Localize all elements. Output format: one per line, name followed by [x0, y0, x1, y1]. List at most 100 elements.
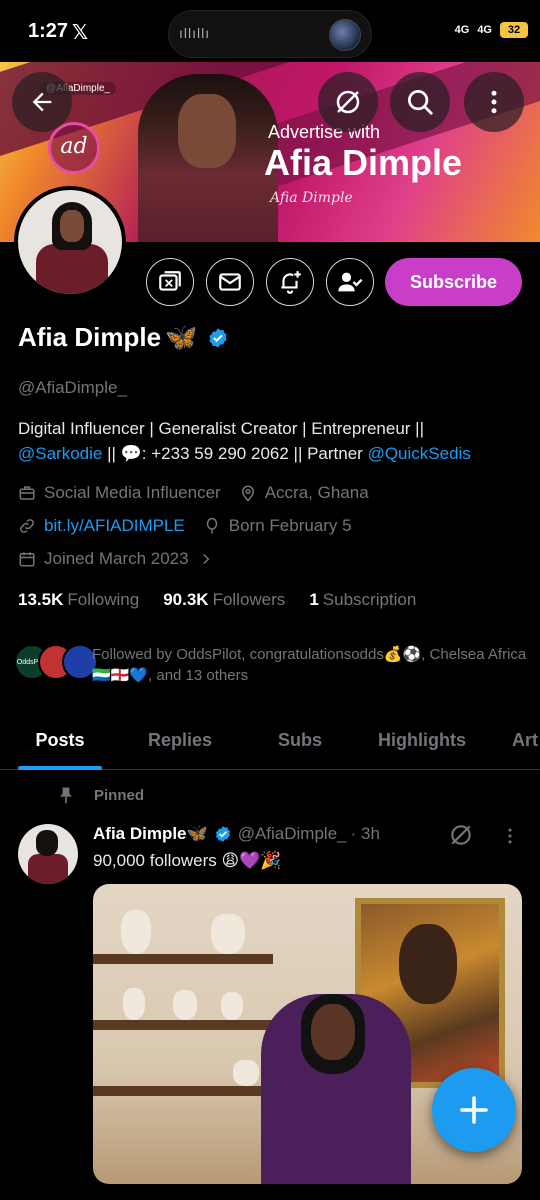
post-header: Afia Dimple 🦋 @AfiaDimple_ · 3h: [93, 824, 380, 844]
mention-link[interactable]: @QuickSedis: [368, 444, 471, 463]
shelf: [93, 1086, 273, 1096]
banner-signature: Afia Dimple: [270, 190, 353, 206]
bio-middle: || 💬: +233 59 290 2062 || Partner: [102, 444, 368, 463]
x-app-icon: 𝕏: [72, 22, 89, 44]
butterfly-emoji: 🦋: [165, 322, 198, 352]
location-item: Accra, Ghana: [239, 483, 369, 503]
woman-figure: [261, 994, 411, 1184]
vase: [173, 990, 197, 1020]
tab-subs[interactable]: Subs: [278, 710, 322, 770]
followers-count[interactable]: 90.3K Followers: [163, 590, 285, 610]
category-text: Social Media Influencer: [44, 483, 221, 502]
post-more-button[interactable]: [500, 824, 520, 853]
link-icon: [20, 519, 34, 533]
clock: 1:27: [28, 20, 69, 42]
vase: [221, 992, 243, 1020]
shelf: [93, 954, 273, 964]
media-icon: [159, 271, 181, 291]
shelf: [93, 1020, 273, 1030]
profile-handle: @AfiaDimple_: [18, 378, 127, 397]
tab-highlights[interactable]: Highlights: [378, 710, 466, 770]
follow-counts: 13.5K Following 90.3K Followers 1 Subscript…: [18, 590, 416, 610]
vase: [123, 988, 145, 1020]
grok-icon: [336, 90, 360, 114]
profile-name-text: Afia Dimple: [18, 322, 162, 352]
joined-item[interactable]: Joined March 2023: [18, 549, 221, 569]
status-icons: 4G 4G 32: [455, 22, 528, 38]
tab-articles[interactable]: Art: [512, 710, 538, 770]
signal-1: 4G: [454, 24, 470, 36]
vase: [121, 910, 151, 954]
search-button[interactable]: [390, 72, 450, 132]
mention-link[interactable]: @Sarkodie: [18, 444, 102, 463]
post-time: · 3h: [350, 824, 380, 843]
pin-icon: [60, 787, 72, 804]
location-text: Accra, Ghana: [264, 483, 369, 502]
briefcase-icon: [19, 486, 35, 500]
compose-plus-icon: [460, 1096, 488, 1124]
back-button[interactable]: [12, 72, 72, 132]
banner-portrait: [138, 74, 278, 242]
more-vertical-icon: [508, 828, 512, 844]
profile-name: Afia Dimple 🦋: [18, 322, 229, 353]
grok-button[interactable]: [318, 72, 378, 132]
calendar-icon: [19, 552, 35, 567]
profile-meta-row[interactable]: Joined March 2023: [18, 549, 239, 569]
profile-tabs: Posts Replies Subs Highlights Art: [0, 710, 540, 770]
bio-line1: Digital Influencer | Generalist Creator …: [18, 419, 425, 438]
birthday-text: Born February 5: [228, 516, 352, 535]
following-count[interactable]: 13.5K Following: [18, 590, 139, 610]
grok-icon: [451, 825, 471, 845]
subscription-count[interactable]: 1 Subscription: [309, 590, 416, 610]
more-vertical-icon: [491, 90, 497, 114]
post-author-avatar[interactable]: [18, 824, 78, 884]
banner-logo: ad: [48, 122, 100, 174]
website-item[interactable]: bit.ly/AFIADIMPLE: [18, 516, 185, 536]
profile-meta-row: bit.ly/AFIADIMPLE Born February 5: [18, 516, 370, 536]
pinned-text: Pinned: [94, 786, 145, 804]
media-button[interactable]: [146, 258, 194, 306]
post-text: 90,000 followers 😩💜🎉: [93, 851, 282, 870]
tab-posts[interactable]: Posts: [18, 710, 102, 770]
post-author-name[interactable]: Afia Dimple: [93, 824, 187, 844]
vase: [211, 914, 245, 954]
chevron-right-icon: [202, 553, 209, 565]
dynamic-island[interactable]: ıllıllı: [168, 10, 372, 58]
message-icon: [219, 273, 241, 291]
following-button[interactable]: [326, 258, 374, 306]
battery-icon: 32: [500, 22, 528, 38]
followed-by-text[interactable]: Followed by OddsPilot, congratulationsod…: [92, 644, 532, 686]
category-item: Social Media Influencer: [18, 483, 221, 503]
search-icon: [408, 90, 433, 115]
vase: [233, 1060, 259, 1086]
tab-replies[interactable]: Replies: [148, 710, 212, 770]
notification-bell-icon: [281, 271, 301, 294]
website-link[interactable]: bit.ly/AFIADIMPLE: [44, 516, 185, 536]
followers-you-know-avatars[interactable]: OddsPilot: [14, 644, 98, 680]
compose-button[interactable]: [432, 1068, 516, 1152]
status-bar: 1:27 𝕏 ıllıllı 4G 4G 32: [0, 0, 540, 62]
following-user-icon: [338, 272, 363, 292]
verified-badge-icon[interactable]: [207, 327, 229, 349]
more-button[interactable]: [464, 72, 524, 132]
post-author-handle: @AfiaDimple_: [237, 824, 347, 843]
profile-bio: Digital Influencer | Generalist Creator …: [18, 416, 528, 466]
notifications-button[interactable]: [266, 258, 314, 306]
joined-text: Joined March 2023: [44, 549, 189, 568]
pinned-label: Pinned: [56, 785, 144, 805]
verified-badge-icon: [215, 826, 230, 842]
now-playing-artwork: [329, 19, 361, 51]
balloon-icon: [206, 517, 218, 534]
signal-2: 4G: [477, 24, 492, 36]
location-pin-icon: [241, 485, 254, 502]
banner-title: Afia Dimple: [264, 142, 463, 183]
subscribe-button[interactable]: Subscribe: [385, 258, 522, 306]
audio-wave-icon: ıllıllı: [179, 25, 211, 41]
back-arrow-icon: [32, 92, 52, 112]
post-grok-button[interactable]: [448, 822, 474, 853]
message-button[interactable]: [206, 258, 254, 306]
birthday-item: Born February 5: [203, 516, 352, 536]
butterfly-emoji: 🦋: [186, 824, 208, 843]
profile-avatar[interactable]: [14, 186, 126, 298]
profile-meta-row: Social Media Influencer Accra, Ghana: [18, 483, 387, 503]
